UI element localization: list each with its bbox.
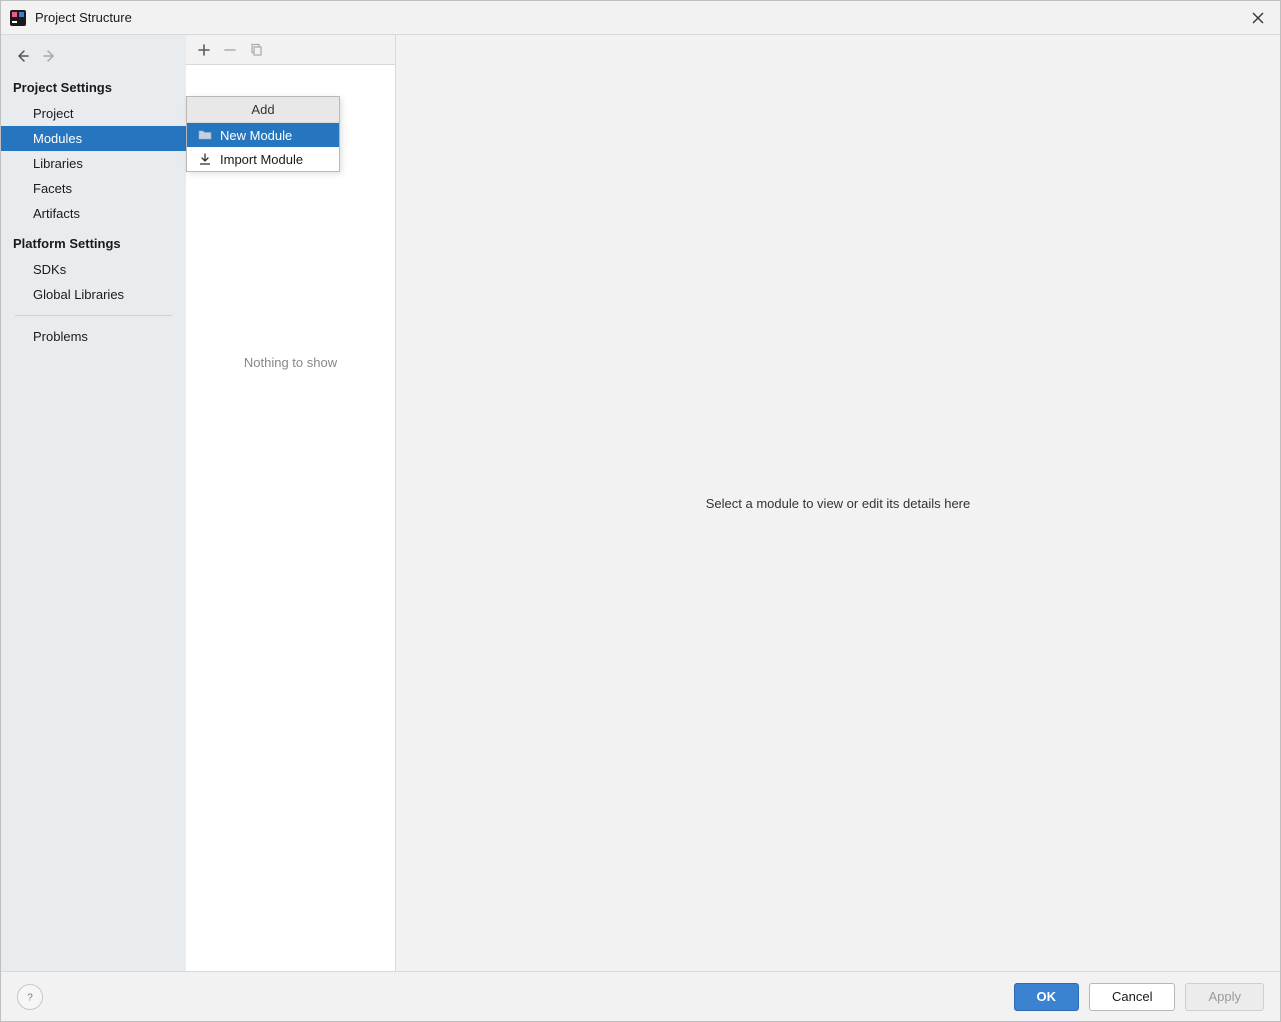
popup-header: Add — [187, 97, 339, 123]
arrow-left-icon — [14, 48, 30, 64]
ok-button[interactable]: OK — [1014, 983, 1080, 1011]
dialog-title: Project Structure — [35, 10, 1244, 25]
minus-icon — [223, 43, 237, 57]
copy-icon — [249, 43, 263, 57]
plus-icon — [197, 43, 211, 57]
section-header-platform-settings: Platform Settings — [1, 226, 186, 257]
back-button[interactable] — [11, 45, 33, 67]
add-module-button[interactable] — [192, 38, 216, 62]
popup-item-new-module[interactable]: New Module — [187, 123, 339, 147]
add-popup-menu: Add New Module — [186, 96, 340, 172]
svg-text:?: ? — [27, 992, 33, 1003]
sidebar-separator — [15, 315, 172, 316]
button-bar: ? OK Cancel Apply — [1, 971, 1280, 1021]
folder-icon — [197, 127, 213, 143]
sidebar-item-global-libraries[interactable]: Global Libraries — [1, 282, 186, 307]
close-icon — [1252, 12, 1264, 24]
popup-item-import-module[interactable]: Import Module — [187, 147, 339, 171]
sidebar-item-facets[interactable]: Facets — [1, 176, 186, 201]
sidebar-item-modules[interactable]: Modules — [1, 126, 186, 151]
section-header-project-settings: Project Settings — [1, 70, 186, 101]
help-icon: ? — [24, 991, 36, 1003]
detail-panel: Select a module to view or edit its deta… — [396, 35, 1280, 971]
module-list-panel: Nothing to show Add New Module — [186, 35, 396, 971]
module-list-body: Nothing to show Add New Module — [186, 65, 395, 971]
sidebar-item-libraries[interactable]: Libraries — [1, 151, 186, 176]
app-icon — [9, 9, 27, 27]
module-list-toolbar — [186, 35, 395, 65]
sidebar-item-artifacts[interactable]: Artifacts — [1, 201, 186, 226]
titlebar: Project Structure — [1, 1, 1280, 34]
dialog-body: Project Settings Project Modules Librari… — [1, 34, 1280, 971]
help-button[interactable]: ? — [17, 984, 43, 1010]
sidebar: Project Settings Project Modules Librari… — [1, 35, 186, 971]
project-structure-dialog: Project Structure P — [0, 0, 1281, 1022]
forward-button[interactable] — [39, 45, 61, 67]
sidebar-item-problems[interactable]: Problems — [1, 324, 186, 349]
popup-item-label: New Module — [220, 128, 292, 143]
nav-arrows — [1, 42, 186, 70]
sidebar-item-sdks[interactable]: SDKs — [1, 257, 186, 282]
import-icon — [197, 151, 213, 167]
apply-button[interactable]: Apply — [1185, 983, 1264, 1011]
cancel-button[interactable]: Cancel — [1089, 983, 1175, 1011]
arrow-right-icon — [42, 48, 58, 64]
copy-module-button[interactable] — [244, 38, 268, 62]
close-button[interactable] — [1244, 4, 1272, 32]
empty-list-text: Nothing to show — [186, 355, 395, 370]
sidebar-item-project[interactable]: Project — [1, 101, 186, 126]
popup-item-label: Import Module — [220, 152, 303, 167]
detail-placeholder-text: Select a module to view or edit its deta… — [706, 496, 970, 511]
remove-module-button[interactable] — [218, 38, 242, 62]
